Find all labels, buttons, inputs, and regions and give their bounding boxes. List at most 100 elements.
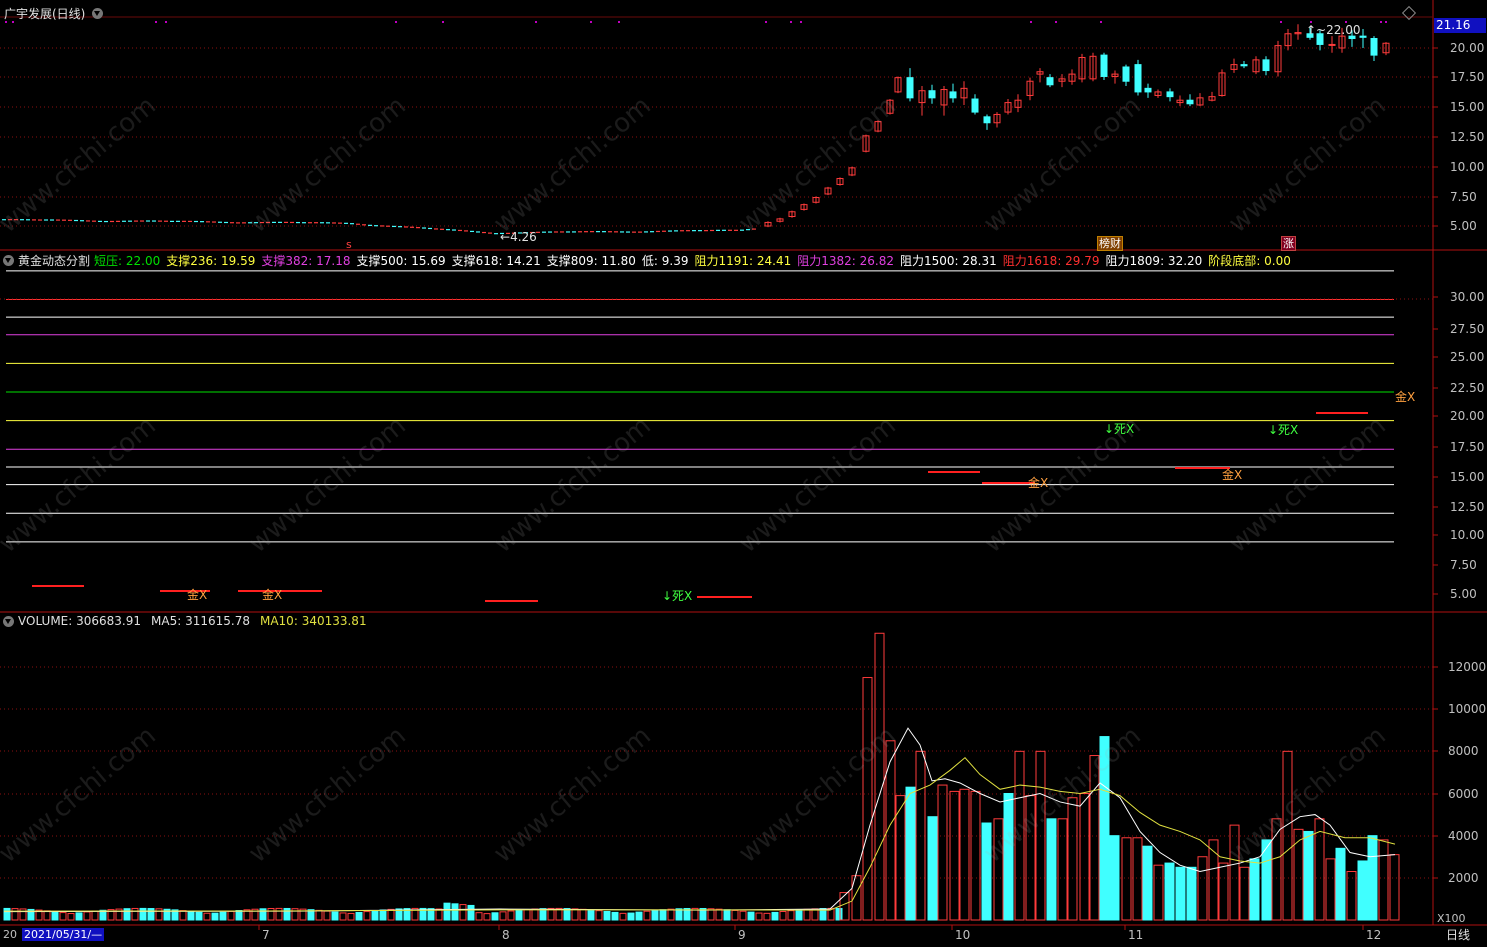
gold-tick-label: 15.00: [1450, 470, 1485, 484]
volume-bar: [275, 907, 283, 921]
volume-bar: [355, 911, 363, 921]
candle-body: [1186, 99, 1194, 105]
candle-body: [752, 228, 756, 230]
volume-bar: [291, 908, 299, 921]
candle-body: [928, 90, 936, 99]
volume-bar: [1067, 797, 1078, 921]
volume-bar: [1175, 866, 1186, 921]
candle-body: [134, 220, 138, 222]
candle-body: [110, 220, 114, 223]
volume-tick-label: 6000: [1448, 787, 1479, 801]
candle-body: [740, 229, 744, 231]
candle-body: [26, 219, 30, 221]
volume-bar: [937, 784, 948, 921]
candle-body: [140, 220, 144, 222]
candle-body: [350, 223, 354, 225]
limit-up-badge[interactable]: 涨: [1281, 236, 1296, 251]
candle-body: [1134, 64, 1142, 93]
candle-body: [434, 228, 438, 230]
candle-body: [692, 230, 696, 232]
candle-body: [674, 230, 678, 232]
current-price-tag: 21.16: [1434, 18, 1486, 33]
volume-bar: [67, 913, 75, 921]
gold-level-item: 阻力1500: 28.31: [900, 253, 997, 268]
volume-tick-label: 8000: [1448, 744, 1479, 758]
volume-bar: [771, 911, 779, 921]
candle-body: [380, 225, 384, 227]
candle-body: [906, 77, 914, 99]
volume-bar: [51, 911, 59, 921]
candle-body: [596, 231, 600, 233]
candle-body: [746, 229, 750, 231]
candle-body: [8, 219, 12, 221]
s-badge[interactable]: s: [345, 238, 353, 251]
volume-bar: [139, 907, 147, 921]
volume-bar: [1197, 856, 1208, 921]
gold-level-item: 支撑236: 19.59: [166, 253, 256, 268]
candle-body: [482, 231, 486, 234]
cross-signal-label: ↓死X: [1268, 423, 1299, 437]
candle-body: [716, 229, 720, 231]
volume-bar: [1378, 839, 1389, 921]
candle-body: [212, 221, 216, 223]
volume-bar: [970, 790, 981, 921]
date-prefix: 20: [3, 928, 17, 941]
candle-body: [266, 221, 270, 224]
volume-bar: [483, 913, 491, 921]
price-tick-label: 10.00: [1450, 160, 1485, 174]
volume-bar: [211, 912, 219, 921]
candle-body: [626, 231, 630, 233]
cross-signal-label: 金X: [1028, 476, 1049, 490]
volume-bar: [723, 909, 731, 921]
dragon-tiger-badge[interactable]: 榜财: [1097, 236, 1123, 251]
volume-bar: [1293, 828, 1304, 921]
volume-bar: [1142, 845, 1153, 921]
volume-unit: X100: [1437, 912, 1466, 925]
candle-body: [32, 219, 36, 221]
candle-body: [398, 226, 402, 228]
volume-tick-label: 4000: [1448, 829, 1479, 843]
period-tab[interactable]: 日线: [1446, 928, 1470, 942]
candle-body: [608, 231, 612, 233]
month-label: 11: [1128, 928, 1144, 942]
collapse-arrow-icon[interactable]: [3, 254, 14, 266]
volume-bar: [862, 677, 873, 921]
candle-body: [614, 231, 618, 233]
kline-chart-canvas[interactable]: [0, 0, 1487, 947]
collapse-arrow-icon[interactable]: [3, 615, 14, 627]
candle-body: [728, 229, 732, 231]
volume-bar: [1229, 824, 1240, 921]
volume-bar: [1218, 862, 1229, 921]
candle-body: [1046, 77, 1054, 86]
volume-bar: [531, 908, 539, 921]
gold-tick-label: 10.00: [1450, 528, 1485, 542]
candle-body: [284, 221, 288, 223]
volume-bar: [571, 908, 579, 921]
collapse-arrow-icon[interactable]: [92, 7, 104, 19]
volume-bar: [715, 908, 723, 921]
candle-body: [1100, 54, 1108, 77]
volume-bar: [1003, 793, 1014, 921]
volume-bar: [619, 912, 627, 921]
signal-dot: [155, 21, 157, 23]
candle-body: [92, 220, 96, 222]
candle-body: [170, 220, 174, 223]
price-tick-label: 12.50: [1450, 130, 1485, 144]
volume-bar: [595, 910, 603, 921]
signal-dot: [395, 21, 397, 23]
selected-date[interactable]: 2021/05/31/—: [22, 928, 105, 941]
gold-indicator-name: 黄金动态分割: [18, 253, 91, 268]
signal-dot: [1280, 21, 1282, 23]
volume-bar: [235, 910, 243, 921]
price-tick-label: 20.00: [1450, 41, 1485, 55]
volume-bar: [1325, 858, 1336, 921]
volume-bar: [59, 912, 67, 921]
candle-body: [584, 231, 588, 233]
volume-bar: [1057, 818, 1068, 921]
candle-body: [392, 225, 396, 228]
candle-body: [476, 231, 480, 233]
candle-body: [368, 224, 372, 226]
candle-body: [620, 231, 624, 233]
volume-bar: [763, 912, 771, 921]
cross-signal-label: 金X: [262, 588, 283, 602]
